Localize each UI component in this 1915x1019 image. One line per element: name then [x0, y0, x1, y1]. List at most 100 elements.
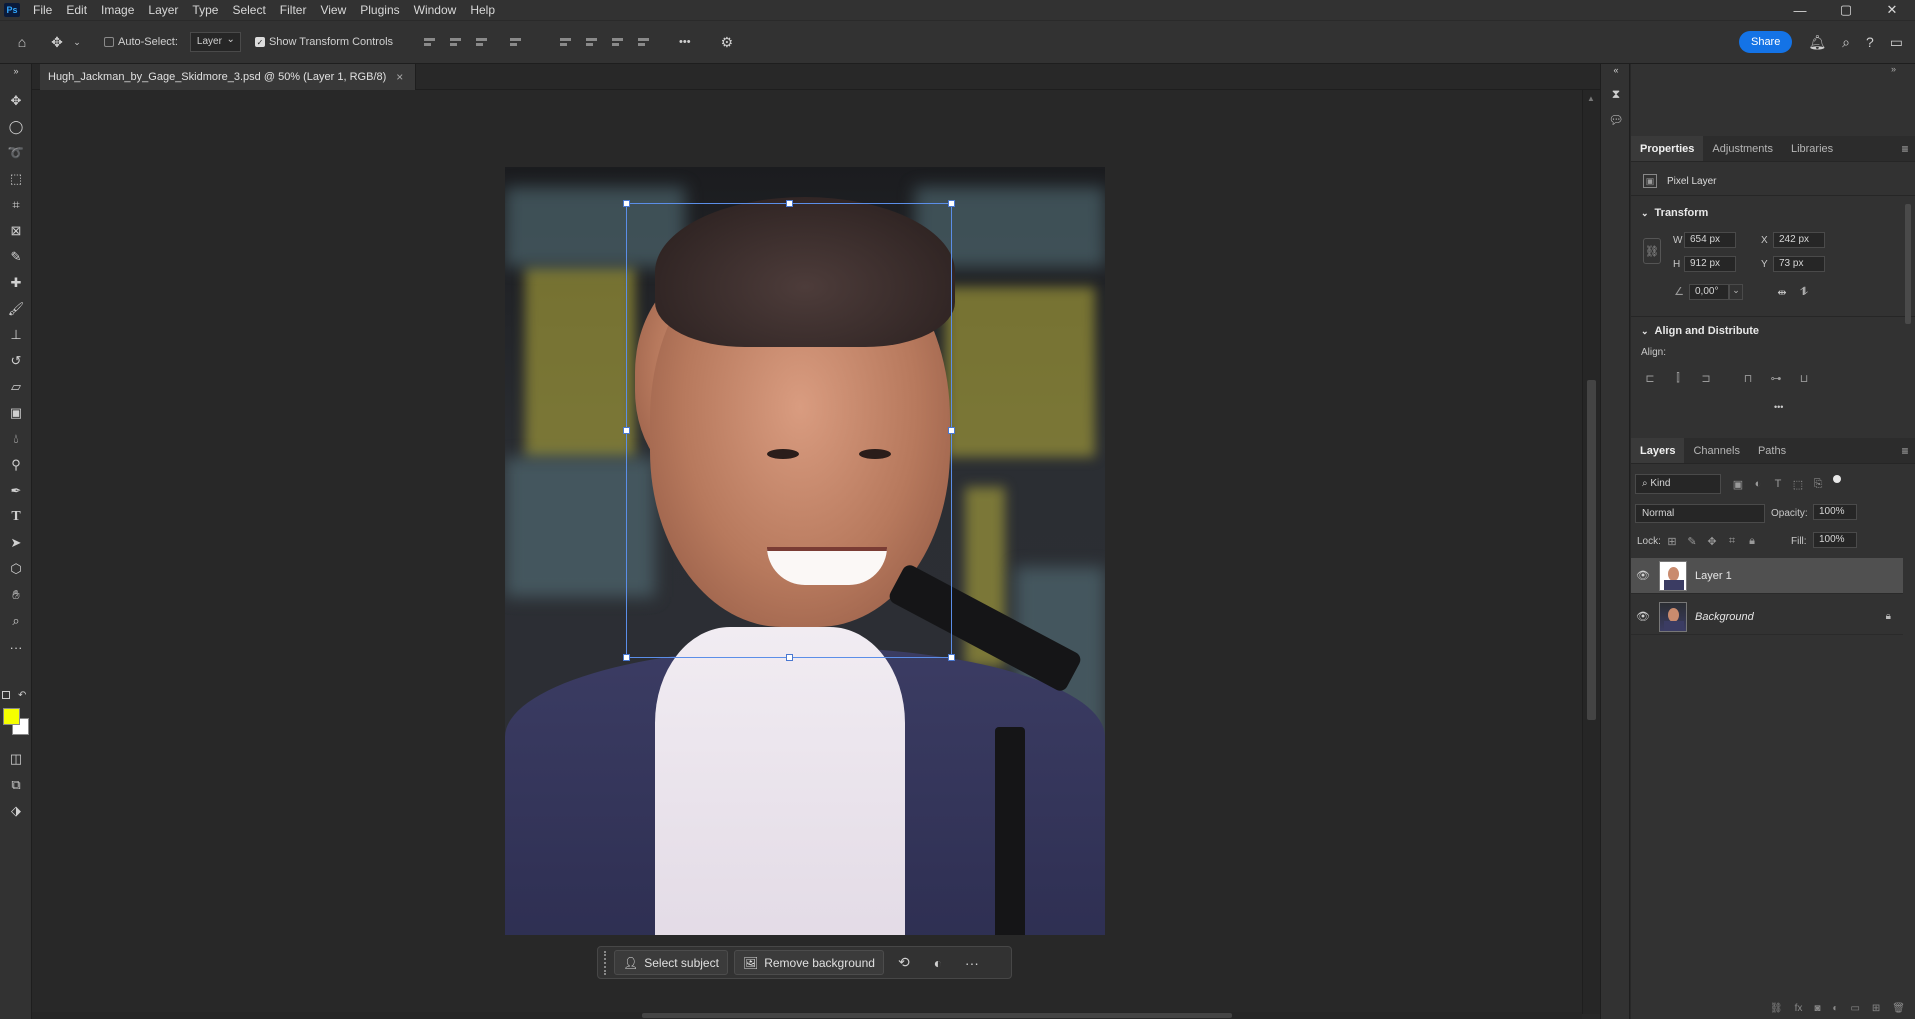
foreground-color-swatch[interactable]	[3, 708, 20, 725]
quick-mask-icon[interactable]: ◫	[4, 748, 28, 770]
gear-icon[interactable]: ⚙	[721, 34, 734, 51]
transform-handle-bottom-left[interactable]	[623, 654, 630, 661]
filter-shape-icon[interactable]: ⬚	[1791, 477, 1805, 491]
opacity-field[interactable]: 100%	[1813, 504, 1857, 520]
more-tools-icon[interactable]: ···	[4, 636, 28, 658]
lasso-tool-icon[interactable]: ➰	[4, 142, 28, 164]
show-transform-check-box[interactable]: ✓	[254, 37, 265, 47]
scroll-up-icon[interactable]: ▲	[1587, 94, 1595, 103]
transform-handle-right[interactable]	[948, 427, 955, 434]
collapse-panels-icon[interactable]: »	[1891, 64, 1911, 76]
align-top-icon[interactable]: ⊓	[1741, 371, 1755, 385]
menu-help[interactable]: Help	[463, 0, 502, 20]
menu-image[interactable]: Image	[94, 0, 141, 20]
menu-file[interactable]: File	[26, 0, 59, 20]
flip-vertical-icon[interactable]: ⥮	[1797, 285, 1811, 299]
expand-panels-icon[interactable]: «	[1608, 64, 1624, 76]
frame-tool-icon[interactable]: ⊠	[4, 220, 28, 242]
lock-pixels-icon[interactable]: ✎	[1685, 534, 1699, 548]
eraser-tool-icon[interactable]: ▱	[4, 376, 28, 398]
default-colors-icon[interactable]	[2, 691, 10, 699]
tab-layers[interactable]: Layers	[1631, 438, 1685, 463]
filter-smart-object-icon[interactable]: ⎘	[1811, 477, 1825, 491]
move-tool-icon[interactable]: ✥	[44, 34, 70, 51]
adjustment-icon[interactable]: ◐	[924, 950, 952, 975]
auto-select-check-box[interactable]	[104, 37, 114, 47]
lock-transparency-icon[interactable]: ⊞	[1665, 534, 1679, 548]
document-tab[interactable]: Hugh_Jackman_by_Gage_Skidmore_3.psd @ 50…	[40, 64, 417, 90]
more-align-options-icon[interactable]: •••	[1774, 402, 1783, 412]
transform-handle-top[interactable]	[786, 200, 793, 207]
filter-type-icon[interactable]: T	[1771, 477, 1785, 491]
dodge-tool-icon[interactable]: ⚲	[4, 454, 28, 476]
search-icon[interactable]: ⌕	[1842, 34, 1850, 51]
transform-handle-top-left[interactable]	[623, 200, 630, 207]
layer-name[interactable]: Background	[1695, 611, 1754, 623]
horizontal-scroll-thumb[interactable]	[642, 1013, 1232, 1018]
align-left-edges-icon[interactable]	[423, 35, 437, 49]
eyedropper-tool-icon[interactable]: ✎	[4, 246, 28, 268]
workspace-icon[interactable]: ▭	[1890, 34, 1903, 51]
swap-colors-icon[interactable]: ↶	[18, 690, 26, 701]
help-icon[interactable]: ?	[1866, 34, 1874, 50]
align-bottom-icon[interactable]: ⊔	[1797, 371, 1811, 385]
align-top-edges-icon[interactable]	[559, 35, 573, 49]
align-vertical-centers-icon[interactable]	[585, 35, 599, 49]
tool-preset-chevron-icon[interactable]: ⌄	[70, 37, 84, 48]
drag-handle-icon[interactable]	[604, 950, 608, 975]
tab-adjustments[interactable]: Adjustments	[1703, 136, 1782, 161]
zoom-tool-icon[interactable]: ⌕	[4, 610, 28, 632]
select-subject-button[interactable]: 👤︎ Select subject	[614, 950, 728, 975]
align-right-icon[interactable]: ⊐	[1699, 371, 1713, 385]
transform-icon[interactable]: ⟲	[890, 950, 918, 975]
share-button[interactable]: Share	[1738, 31, 1793, 53]
add-mask-icon[interactable]: ◙	[1814, 1003, 1820, 1019]
menu-plugins[interactable]: Plugins	[353, 0, 406, 20]
menu-edit[interactable]: Edit	[59, 0, 94, 20]
show-transform-controls-checkbox[interactable]: ✓ Show Transform Controls	[254, 36, 393, 48]
hand-tool-icon[interactable]: ✋︎	[4, 584, 28, 606]
layer-row[interactable]: 👁︎ Background 🔒︎	[1631, 599, 1903, 635]
healing-brush-tool-icon[interactable]: ✚	[4, 272, 28, 294]
restore-button[interactable]: ▢	[1823, 0, 1869, 20]
path-selection-tool-icon[interactable]: ➤	[4, 532, 28, 554]
more-options-icon[interactable]: ···	[958, 950, 986, 975]
new-layer-icon[interactable]: ⊞	[1872, 1003, 1880, 1019]
align-center-icon[interactable]: ⫿	[1671, 371, 1685, 385]
type-tool-icon[interactable]: T	[4, 506, 28, 528]
eye-icon[interactable]: 👁︎	[1631, 610, 1655, 623]
align-middle-icon[interactable]: ⊶	[1769, 371, 1783, 385]
layer-name[interactable]: Layer 1	[1695, 570, 1732, 582]
menu-select[interactable]: Select	[225, 0, 272, 20]
screen-mode-icon[interactable]: ⧉	[4, 774, 28, 796]
tab-properties[interactable]: Properties	[1631, 136, 1704, 161]
filter-pixel-icon[interactable]: ▣	[1731, 477, 1745, 491]
blur-tool-icon[interactable]: 💧︎	[4, 428, 28, 450]
distribute-vertical-icon[interactable]	[509, 35, 523, 49]
panel-menu-icon[interactable]: ≡	[1895, 136, 1915, 161]
vertical-scrollbar[interactable]: ▲	[1582, 90, 1600, 1014]
layer-row[interactable]: 👁︎ Layer 1	[1631, 558, 1903, 594]
transform-handle-left[interactable]	[623, 427, 630, 434]
align-left-icon[interactable]: ⊏	[1643, 371, 1657, 385]
filter-toggle-icon[interactable]	[1833, 475, 1841, 483]
bell-icon[interactable]: 🔔︎	[1808, 34, 1826, 51]
brush-tool-icon[interactable]: 🖌︎	[4, 298, 28, 320]
y-position-field[interactable]: 73 px	[1773, 256, 1825, 272]
layer-style-icon[interactable]: fx	[1795, 1003, 1803, 1019]
menu-filter[interactable]: Filter	[273, 0, 314, 20]
transform-handle-top-right[interactable]	[948, 200, 955, 207]
close-tab-icon[interactable]: ×	[396, 70, 403, 84]
new-adjustment-icon[interactable]: ◐	[1832, 1003, 1838, 1019]
menu-window[interactable]: Window	[407, 0, 464, 20]
close-window-button[interactable]: ✕	[1869, 0, 1915, 20]
fill-field[interactable]: 100%	[1813, 532, 1857, 548]
link-layers-icon[interactable]: ⛓	[1770, 1003, 1783, 1019]
transform-section-header[interactable]: ⌄ Transform	[1641, 207, 1708, 219]
align-right-edges-icon[interactable]	[475, 35, 489, 49]
delete-layer-icon[interactable]: 🗑︎	[1892, 1003, 1905, 1019]
remove-background-button[interactable]: 🖼︎ Remove background	[733, 950, 884, 975]
auto-select-target-dropdown[interactable]: Layer	[189, 31, 241, 52]
align-bottom-edges-icon[interactable]	[611, 35, 625, 49]
marquee-tool-icon[interactable]: ◯	[4, 116, 28, 138]
